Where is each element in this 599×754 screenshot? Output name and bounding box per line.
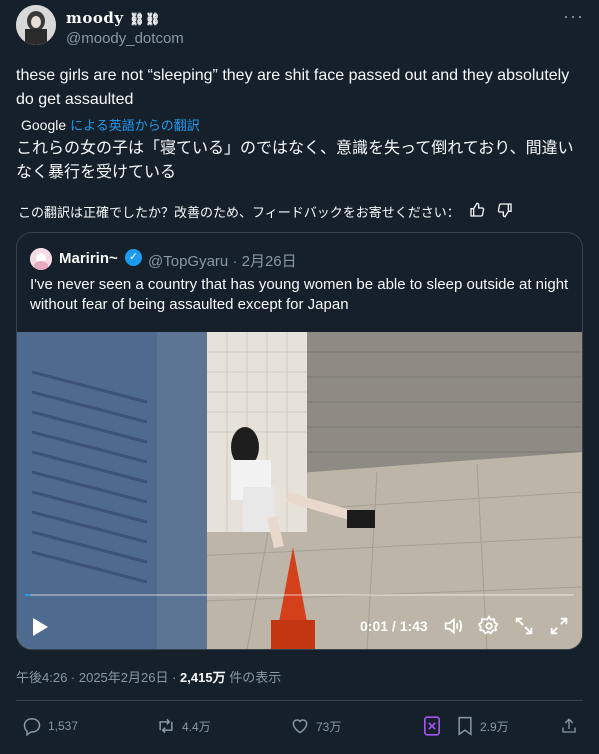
- thumbs-down-icon[interactable]: [494, 202, 516, 221]
- fullscreen-icon[interactable]: [548, 615, 570, 637]
- quoted-tweet[interactable]: Maririn~ ✓ @TopGyaru · 2月26日 I've never …: [16, 232, 583, 650]
- video-time: 0:01 / 1:43: [360, 618, 428, 634]
- video-progress-fill: [25, 594, 31, 596]
- action-divider: [16, 700, 583, 701]
- play-button[interactable]: [30, 616, 50, 643]
- reply-count: 1,537: [48, 719, 79, 733]
- author-avatar[interactable]: [16, 5, 56, 45]
- settings-gear-icon[interactable]: [477, 615, 500, 637]
- tweet-timestamp: 午後4:26 · 2025年2月26日 · 2,415万 件の表示: [16, 667, 281, 686]
- view-count: 2,415万: [180, 670, 226, 685]
- heart-icon: [292, 719, 308, 734]
- translated-text: これらの女の子は「寝ている」のではなく、意識を失って倒れており、間違いなく暴行を…: [16, 140, 574, 181]
- author-name-text: moody: [66, 9, 124, 27]
- views-label: 件の表示: [225, 670, 282, 685]
- more-options-button[interactable]: ···: [563, 6, 584, 27]
- meta-separator: ·: [232, 253, 238, 270]
- verified-badge-icon: ✓: [125, 249, 142, 266]
- share-icon: [562, 718, 576, 733]
- quoted-display-name: Maririn~: [59, 250, 118, 267]
- video-frame: [17, 332, 582, 649]
- share-button[interactable]: [560, 716, 584, 736]
- tweet: moody ⛓⛓ @moody_dotcom ··· these girls a…: [0, 0, 599, 754]
- video-progress-bar[interactable]: [25, 594, 574, 596]
- translation-feedback: この翻訳は正確でしたか？改善のため、フィードバックをお寄せください：: [18, 202, 516, 221]
- repost-button[interactable]: 4.4万: [156, 716, 211, 736]
- translation-attribution: Google による英語からの翻訳: [21, 115, 200, 134]
- reply-icon: [23, 718, 41, 736]
- video-player[interactable]: 0:01 / 1:43: [17, 332, 582, 649]
- repost-icon: [159, 718, 173, 734]
- bookmark-button[interactable]: 2.9万: [456, 716, 509, 736]
- quoted-author-avatar: [30, 248, 52, 270]
- translation-source-link[interactable]: による英語からの翻訳: [70, 115, 200, 134]
- quoted-date: 2月26日: [241, 253, 297, 270]
- author-display-name[interactable]: moody ⛓⛓: [66, 9, 161, 27]
- repost-count: 4.4万: [182, 719, 211, 734]
- chain-emoji-icon: ⛓⛓: [129, 12, 161, 26]
- author-handle[interactable]: @moody_dotcom: [66, 30, 184, 47]
- quoted-text: I've never seen a country that has young…: [30, 276, 569, 313]
- quoted-handle: @TopGyaru: [148, 253, 229, 270]
- bookmark-icon: [458, 716, 472, 736]
- grok-icon: [424, 716, 440, 736]
- tweet-text: these girls are not “sleeping” they are …: [16, 67, 570, 108]
- like-button[interactable]: 73万: [290, 716, 341, 736]
- pop-out-icon[interactable]: [513, 615, 535, 637]
- google-logo: Google: [21, 116, 67, 133]
- reply-button[interactable]: 1,537: [22, 716, 78, 736]
- feedback-prompt: この翻訳は正確でしたか？改善のため、フィードバックをお寄せください：: [18, 205, 460, 220]
- grok-button[interactable]: [424, 716, 446, 736]
- thumbs-up-icon[interactable]: [466, 202, 488, 221]
- volume-icon[interactable]: [442, 615, 464, 637]
- timestamp-text[interactable]: 午後4:26 · 2025年2月26日 ·: [16, 670, 180, 685]
- quoted-meta: @TopGyaru · 2月26日: [148, 250, 297, 271]
- like-count: 73万: [316, 719, 342, 734]
- bookmark-count: 2.9万: [480, 719, 509, 734]
